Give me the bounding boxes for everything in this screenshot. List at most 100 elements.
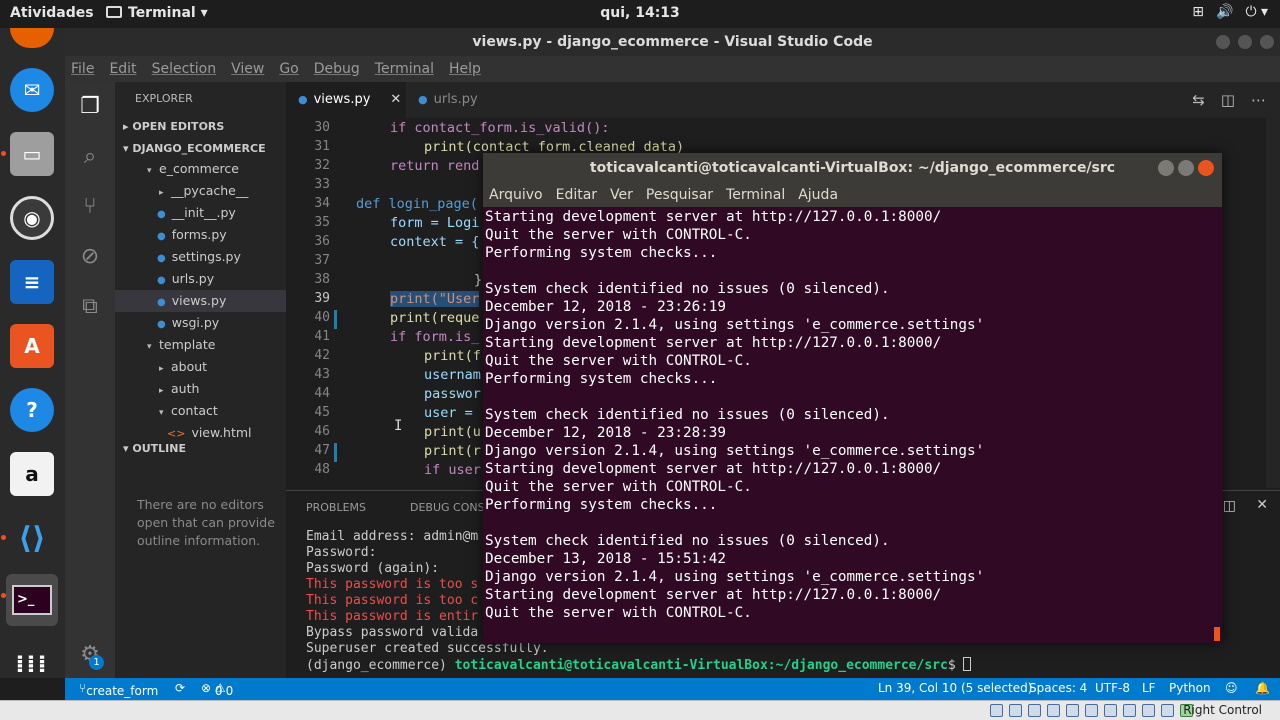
source-control-icon[interactable]: ⑂ [77,194,103,220]
menu-ajuda[interactable]: Ajuda [798,187,838,203]
help-icon[interactable]: ? [10,388,54,432]
cursor-position[interactable]: Ln 39, Col 10 (5 selected) [878,681,1032,695]
terminal-line: Django version 2.1.4, using settings 'e_… [485,317,985,333]
folder-pycache[interactable]: ▸ __pycache__ [115,180,286,202]
file-init-py[interactable]: ● __init__.py [115,202,286,224]
amazon-icon[interactable]: a [10,452,54,496]
close-button[interactable] [1260,35,1274,49]
problems-status[interactable]: ⊗ 0 ⚠ 0 [201,681,233,698]
rhythmbox-icon[interactable]: ◉ [10,196,54,240]
search-icon[interactable]: ⌕ [77,144,103,170]
power-icon[interactable]: ⏻ ▾ [1245,4,1268,20]
cpu-icon[interactable] [1142,704,1155,717]
maximize-button[interactable] [1238,35,1252,49]
optical-drive-icon[interactable] [1009,704,1022,717]
files-icon[interactable]: ▭ [1,132,54,176]
language-mode[interactable]: Python [1169,681,1211,695]
menu-view[interactable]: View [231,61,264,77]
open-changes-icon[interactable]: ⇆ [1192,91,1205,109]
python-file-icon: ● [157,231,166,242]
project-section[interactable]: ▾ DJANGO_ECOMMERCE [115,138,286,160]
app-menu[interactable]: Terminal ▾ [106,5,208,21]
menu-pesquisar[interactable]: Pesquisar [646,187,713,203]
feedback-icon[interactable]: ☺ [1225,681,1238,695]
branch-status[interactable]: ⑂ create_form [79,681,158,698]
more-actions-icon[interactable]: ⋯ [1251,91,1266,109]
editor-scrollbar[interactable] [1266,118,1280,488]
folder-contact[interactable]: ▾ contact [115,400,286,422]
menu-ver[interactable]: Ver [610,187,633,203]
tree-label: about [171,359,208,374]
folder-template[interactable]: ▾ template [115,334,286,356]
clock[interactable]: qui, 14:13 [600,5,680,21]
tab-urls-py[interactable]: ● urls.py [406,82,526,118]
hard-disk-icon[interactable] [990,704,1003,717]
terminal-close-button[interactable] [1198,160,1214,176]
terminal-scrollbar[interactable] [1214,627,1220,641]
vscode-icon[interactable]: ⟨⟩ [1,516,54,560]
close-panel-icon[interactable]: ✕ [1256,497,1268,513]
recording-icon[interactable] [1123,704,1136,717]
network-adapter-icon[interactable] [1047,704,1060,717]
file-wsgi-py[interactable]: ● wsgi.py [115,312,286,334]
folder-about[interactable]: ▸ about [115,356,286,378]
terminal-minimize-button[interactable] [1158,160,1174,176]
tab-problems[interactable]: PROBLEMS [306,501,366,514]
menu-file[interactable]: File [71,61,94,77]
end-of-line[interactable]: LF [1142,681,1156,695]
file-forms-py[interactable]: ● forms.py [115,224,286,246]
display-icon[interactable] [1104,704,1117,717]
encoding[interactable]: UTF-8 [1095,681,1130,695]
python-file-icon: ● [418,93,428,106]
file-views-py[interactable]: ● views.py [115,290,286,312]
usb-icon[interactable] [1066,704,1079,717]
menu-terminal-sub[interactable]: Terminal [726,187,785,203]
menu-arquivo[interactable]: Arquivo [489,187,543,203]
file-urls-py[interactable]: ● urls.py [115,268,286,290]
close-tab-icon[interactable]: ✕ [390,92,401,107]
explorer-icon[interactable]: ❐ [77,94,103,120]
minimize-button[interactable] [1216,35,1230,49]
menu-selection[interactable]: Selection [152,61,217,77]
menu-editar[interactable]: Editar [556,187,597,203]
volume-icon[interactable]: 🔊 [1216,4,1233,20]
sync-icon[interactable]: ⟳ [175,681,185,695]
terminal-line: December 13, 2018 - 15:51:42 [485,551,727,567]
outline-label: OUTLINE [132,442,186,455]
indentation[interactable]: Spaces: 4 [1029,681,1087,695]
folder-e-commerce[interactable]: ▾ e_commerce [115,158,286,180]
terminal-prompt[interactable]: (django_ecommerce) toticavalcanti@totica… [306,657,972,673]
thunderbird-icon[interactable]: ✉ [10,68,54,112]
software-center-icon[interactable]: A [10,324,54,368]
project-label: DJANGO_ECOMMERCE [132,142,266,155]
mouse-integration-icon[interactable] [1161,704,1174,717]
open-editors-section[interactable]: ▸ OPEN EDITORS [115,116,286,138]
terminal-maximize-button[interactable] [1178,160,1194,176]
extensions-icon[interactable]: ⧉ [77,294,103,320]
network-icon[interactable]: ⊞ [1192,4,1204,20]
audio-icon[interactable] [1028,704,1041,717]
menu-debug[interactable]: Debug [314,61,360,77]
notifications-icon[interactable]: 🔔 [1255,681,1270,695]
debug-icon[interactable]: ⊘ [77,244,103,270]
shared-folders-icon[interactable] [1085,704,1098,717]
terminal-line: System check identified no issues (0 sil… [485,281,890,297]
show-apps-icon[interactable]: ⁞⁞⁞ [10,642,54,686]
terminal-output[interactable]: Starting development server at http://12… [483,207,1222,643]
activities-button[interactable]: Atividades [10,5,94,21]
writer-icon[interactable]: ≡ [10,260,54,304]
menu-go[interactable]: Go [279,61,298,77]
terminal-launcher-icon[interactable]: >_ [1,574,58,626]
firefox-icon[interactable] [10,28,54,48]
maximize-panel-icon[interactable]: ◫ [1223,498,1236,514]
tab-views-py[interactable]: ● views.py ✕ [286,82,406,118]
split-editor-icon[interactable]: ◫ [1221,91,1235,109]
menu-edit[interactable]: Edit [109,61,136,77]
explorer-header: EXPLORER [135,92,193,105]
outline-section[interactable]: ▾ OUTLINE [115,438,286,460]
menu-help[interactable]: Help [449,61,481,77]
menu-terminal[interactable]: Terminal [375,61,434,77]
file-settings-py[interactable]: ● settings.py [115,246,286,268]
code-line: return rend [390,158,480,174]
folder-auth[interactable]: ▸ auth [115,378,286,400]
